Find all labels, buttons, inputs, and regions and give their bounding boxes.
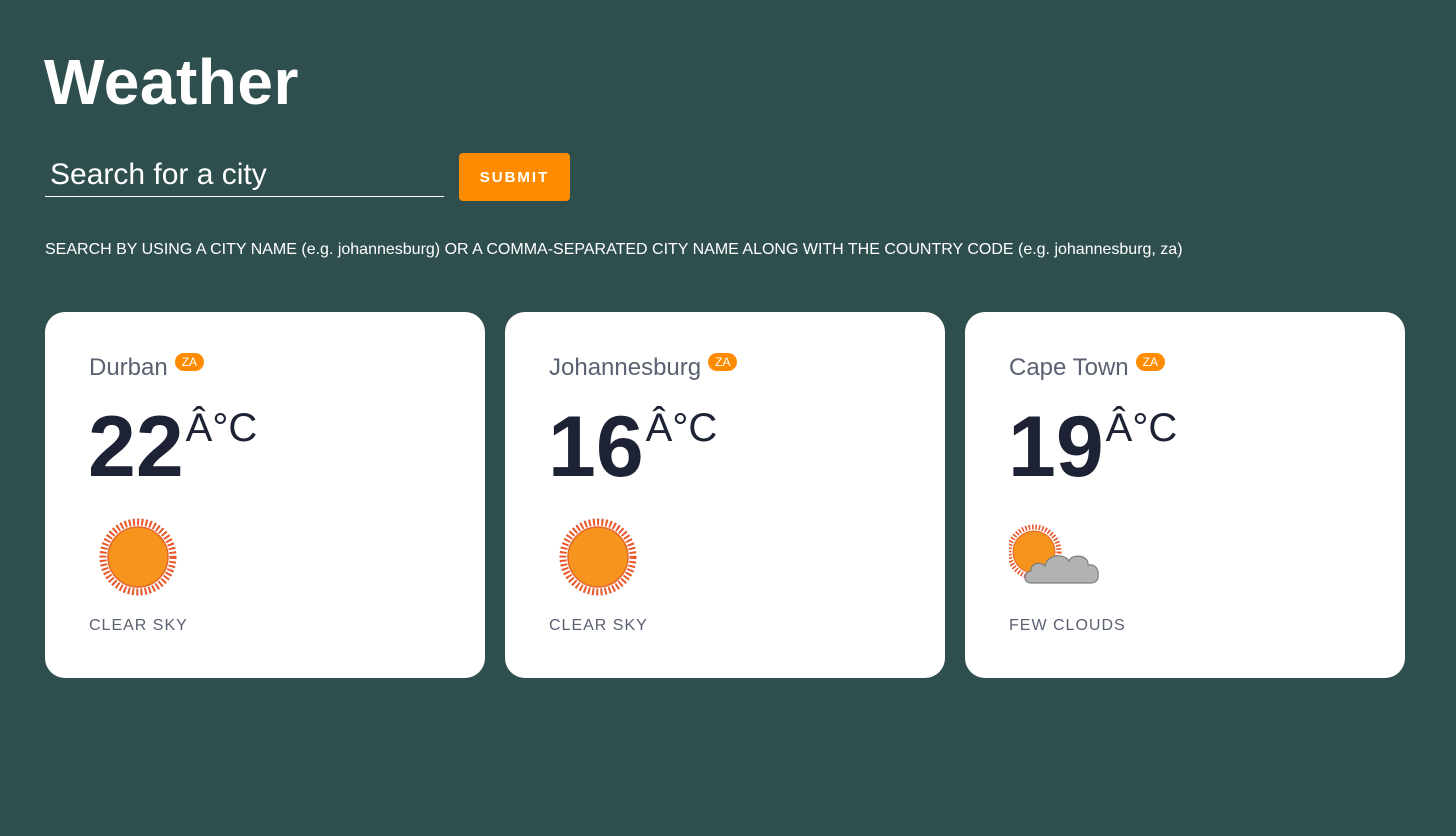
- weather-condition: CLEAR SKY: [89, 617, 188, 634]
- temperature-unit: Â°C: [645, 406, 718, 450]
- weather-condition: CLEAR SKY: [549, 617, 648, 634]
- city-row: Johannesburg ZA: [549, 353, 738, 382]
- country-badge: ZA: [174, 353, 205, 371]
- city-row: Durban ZA: [89, 353, 205, 382]
- temperature: 22 Â°C: [88, 398, 257, 496]
- country-badge: ZA: [1135, 353, 1165, 371]
- temperature-unit: Â°C: [1105, 406, 1178, 450]
- city-row: Cape Town ZA: [1009, 353, 1165, 382]
- temperature-unit: Â°C: [185, 406, 258, 450]
- temperature: 19 Â°C: [1008, 398, 1177, 496]
- temperature-value: 16: [548, 399, 644, 495]
- city-name: Durban: [89, 354, 168, 381]
- country-badge: ZA: [708, 353, 738, 371]
- city-name: Cape Town: [1009, 354, 1129, 381]
- city-name: Johannesburg: [549, 354, 702, 381]
- weather-condition: FEW CLOUDS: [1009, 617, 1126, 634]
- sun-icon: [559, 518, 637, 596]
- weather-card-durban: Durban ZA 22 Â°C CLEAR SKY: [45, 312, 485, 678]
- sun-icon: [99, 518, 177, 596]
- weather-card-johannesburg: Johannesburg ZA 16 Â°C CLEAR SKY: [505, 312, 945, 678]
- page-title: Weather: [44, 46, 299, 118]
- submit-button[interactable]: SUBMIT: [459, 153, 570, 201]
- temperature-value: 22: [88, 399, 184, 495]
- temperature-value: 19: [1008, 399, 1104, 495]
- search-form: SUBMIT: [45, 153, 570, 201]
- weather-card-cape-town: Cape Town ZA 19 Â°C FEW CLOUDS: [965, 312, 1405, 678]
- sun-cloud-icon: [1009, 524, 1099, 584]
- weather-cards: Durban ZA 22 Â°C CLEAR SKY Johannesburg …: [45, 312, 1405, 678]
- search-hint: SEARCH BY USING A CITY NAME (e.g. johann…: [45, 241, 1183, 258]
- search-input[interactable]: [45, 153, 444, 197]
- temperature: 16 Â°C: [548, 398, 717, 496]
